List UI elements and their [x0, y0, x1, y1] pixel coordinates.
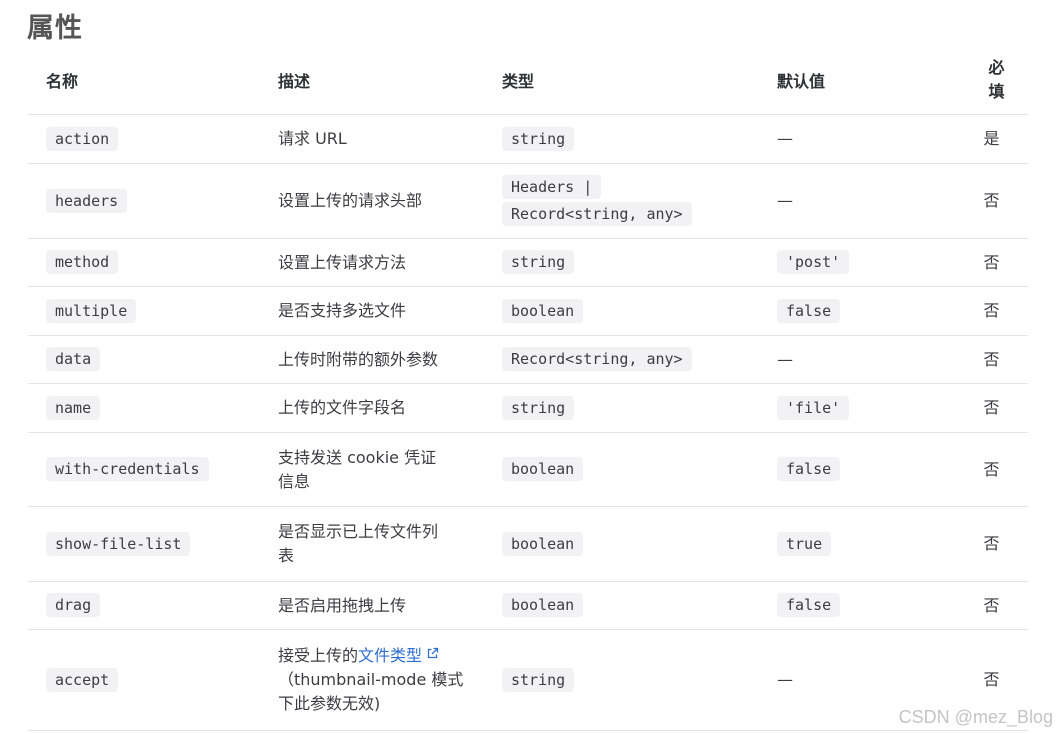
prop-name: multiple — [46, 298, 137, 323]
prop-default-cell: false — [759, 581, 965, 630]
prop-description: 是否显示已上传文件列表 — [260, 506, 484, 582]
prop-description: 设置上传的请求头部 — [260, 163, 484, 239]
prop-name-cell: headers — [28, 163, 260, 239]
prop-description: 是否支持多选文件 — [260, 286, 484, 336]
table-row: headers 设置上传的请求头部 Headers | Record<strin… — [28, 163, 1028, 239]
prop-required: 否 — [965, 163, 1028, 239]
prop-name-cell: data — [28, 335, 260, 384]
prop-type-cell: string — [484, 383, 759, 433]
prop-name-cell: drag — [28, 581, 260, 630]
file-type-link-text[interactable]: 文件类型 — [358, 646, 422, 665]
table-row: action 请求 URL string — 是 — [28, 114, 1028, 164]
prop-name: headers — [46, 188, 128, 213]
prop-description: 设置上传请求方法 — [260, 238, 484, 287]
prop-description: 是否启用拖拽上传 — [260, 581, 484, 630]
prop-type: Headers | Record<string, any> — [502, 175, 692, 226]
props-table: 名称 描述 类型 默认值 必填 action 请求 URL string — 是… — [28, 46, 1028, 731]
prop-name: method — [46, 250, 119, 274]
prop-type-cell: boolean — [484, 286, 759, 336]
prop-required: 是 — [965, 114, 1028, 164]
header-name: 名称 — [28, 46, 260, 115]
prop-type: string — [502, 250, 575, 274]
prop-default: — — [759, 114, 965, 164]
header-type: 类型 — [484, 46, 759, 115]
prop-type-cell: boolean — [484, 506, 759, 582]
prop-type: boolean — [502, 298, 584, 323]
prop-name-cell: name — [28, 383, 260, 433]
prop-name-cell: action — [28, 114, 260, 164]
prop-required: 否 — [965, 581, 1028, 630]
prop-type-cell: string — [484, 629, 759, 731]
header-default: 默认值 — [759, 46, 965, 115]
prop-default-cell: false — [759, 432, 965, 507]
table-row: show-file-list 是否显示已上传文件列表 boolean true … — [28, 506, 1028, 582]
header-required-text: 必填 — [988, 58, 1005, 101]
prop-type-cell: boolean — [484, 581, 759, 630]
prop-required: 否 — [965, 286, 1028, 336]
prop-type: string — [502, 126, 575, 151]
table-row: data 上传时附带的额外参数 Record<string, any> — 否 — [28, 335, 1028, 384]
prop-name-cell: with-credentials — [28, 432, 260, 507]
prop-default: 'post' — [777, 250, 850, 274]
prop-description: 支持发送 cookie 凭证信息 — [260, 432, 484, 507]
prop-name-cell: multiple — [28, 286, 260, 336]
prop-type-cell: Record<string, any> — [484, 335, 759, 384]
prop-type: string — [502, 395, 575, 420]
prop-default-cell: 'file' — [759, 383, 965, 433]
prop-default: — — [759, 163, 965, 239]
prop-type: Record<string, any> — [502, 347, 692, 371]
prop-required: 否 — [965, 506, 1028, 582]
prop-type: boolean — [502, 531, 584, 556]
prop-name: action — [46, 126, 119, 151]
prop-description-prefix: 接受上传的 — [278, 646, 359, 665]
prop-default-cell: 'post' — [759, 238, 965, 287]
prop-type-cell: Headers | Record<string, any> — [484, 163, 759, 239]
prop-name: data — [46, 347, 101, 371]
prop-type: string — [502, 667, 575, 692]
prop-name: drag — [46, 593, 101, 617]
prop-description: 上传时附带的额外参数 — [260, 335, 484, 384]
table-row: with-credentials 支持发送 cookie 凭证信息 boolea… — [28, 432, 1028, 507]
prop-type: boolean — [502, 593, 584, 617]
prop-name: accept — [46, 667, 119, 692]
table-header-row: 名称 描述 类型 默认值 必填 — [28, 46, 1028, 115]
prop-description: 上传的文件字段名 — [260, 383, 484, 433]
prop-name: with-credentials — [46, 457, 209, 481]
prop-default: false — [777, 457, 841, 481]
prop-type-cell: string — [484, 114, 759, 164]
prop-description: 请求 URL — [260, 114, 484, 164]
file-type-link[interactable]: 文件类型 — [358, 646, 439, 665]
header-required: 必填 — [965, 46, 1028, 115]
page-title: 属性 — [27, 13, 83, 44]
prop-default-cell: true — [759, 506, 965, 582]
prop-default: false — [777, 298, 841, 323]
prop-default-cell: false — [759, 286, 965, 336]
table-row: accept 接受上传的文件类型 （thumbnail-mode 模式下此参数无效… — [28, 629, 1028, 731]
prop-type: boolean — [502, 457, 584, 481]
prop-name-cell: method — [28, 238, 260, 287]
prop-required: 否 — [965, 238, 1028, 287]
prop-default: 'file' — [777, 395, 850, 420]
table-row: multiple 是否支持多选文件 boolean false 否 — [28, 286, 1028, 336]
prop-type-cell: boolean — [484, 432, 759, 507]
table-row: method 设置上传请求方法 string 'post' 否 — [28, 238, 1028, 287]
external-link-icon[interactable] — [426, 643, 439, 667]
prop-required: 否 — [965, 335, 1028, 384]
table-row: drag 是否启用拖拽上传 boolean false 否 — [28, 581, 1028, 630]
prop-name: show-file-list — [46, 531, 191, 556]
prop-default: false — [777, 593, 841, 617]
watermark: CSDN @mez_Blog — [898, 707, 1053, 727]
prop-name-cell: accept — [28, 629, 260, 731]
table-row: name 上传的文件字段名 string 'file' 否 — [28, 383, 1028, 433]
prop-name-cell: show-file-list — [28, 506, 260, 582]
prop-type-cell: string — [484, 238, 759, 287]
prop-name: name — [46, 395, 101, 420]
prop-required: 否 — [965, 432, 1028, 507]
prop-required: 否 — [965, 383, 1028, 433]
prop-description-suffix: （thumbnail-mode 模式下此参数无效) — [278, 670, 464, 713]
header-description: 描述 — [260, 46, 484, 115]
prop-default: — — [759, 335, 965, 384]
prop-description-cell: 接受上传的文件类型 （thumbnail-mode 模式下此参数无效) — [260, 629, 484, 731]
prop-default: true — [777, 531, 832, 556]
